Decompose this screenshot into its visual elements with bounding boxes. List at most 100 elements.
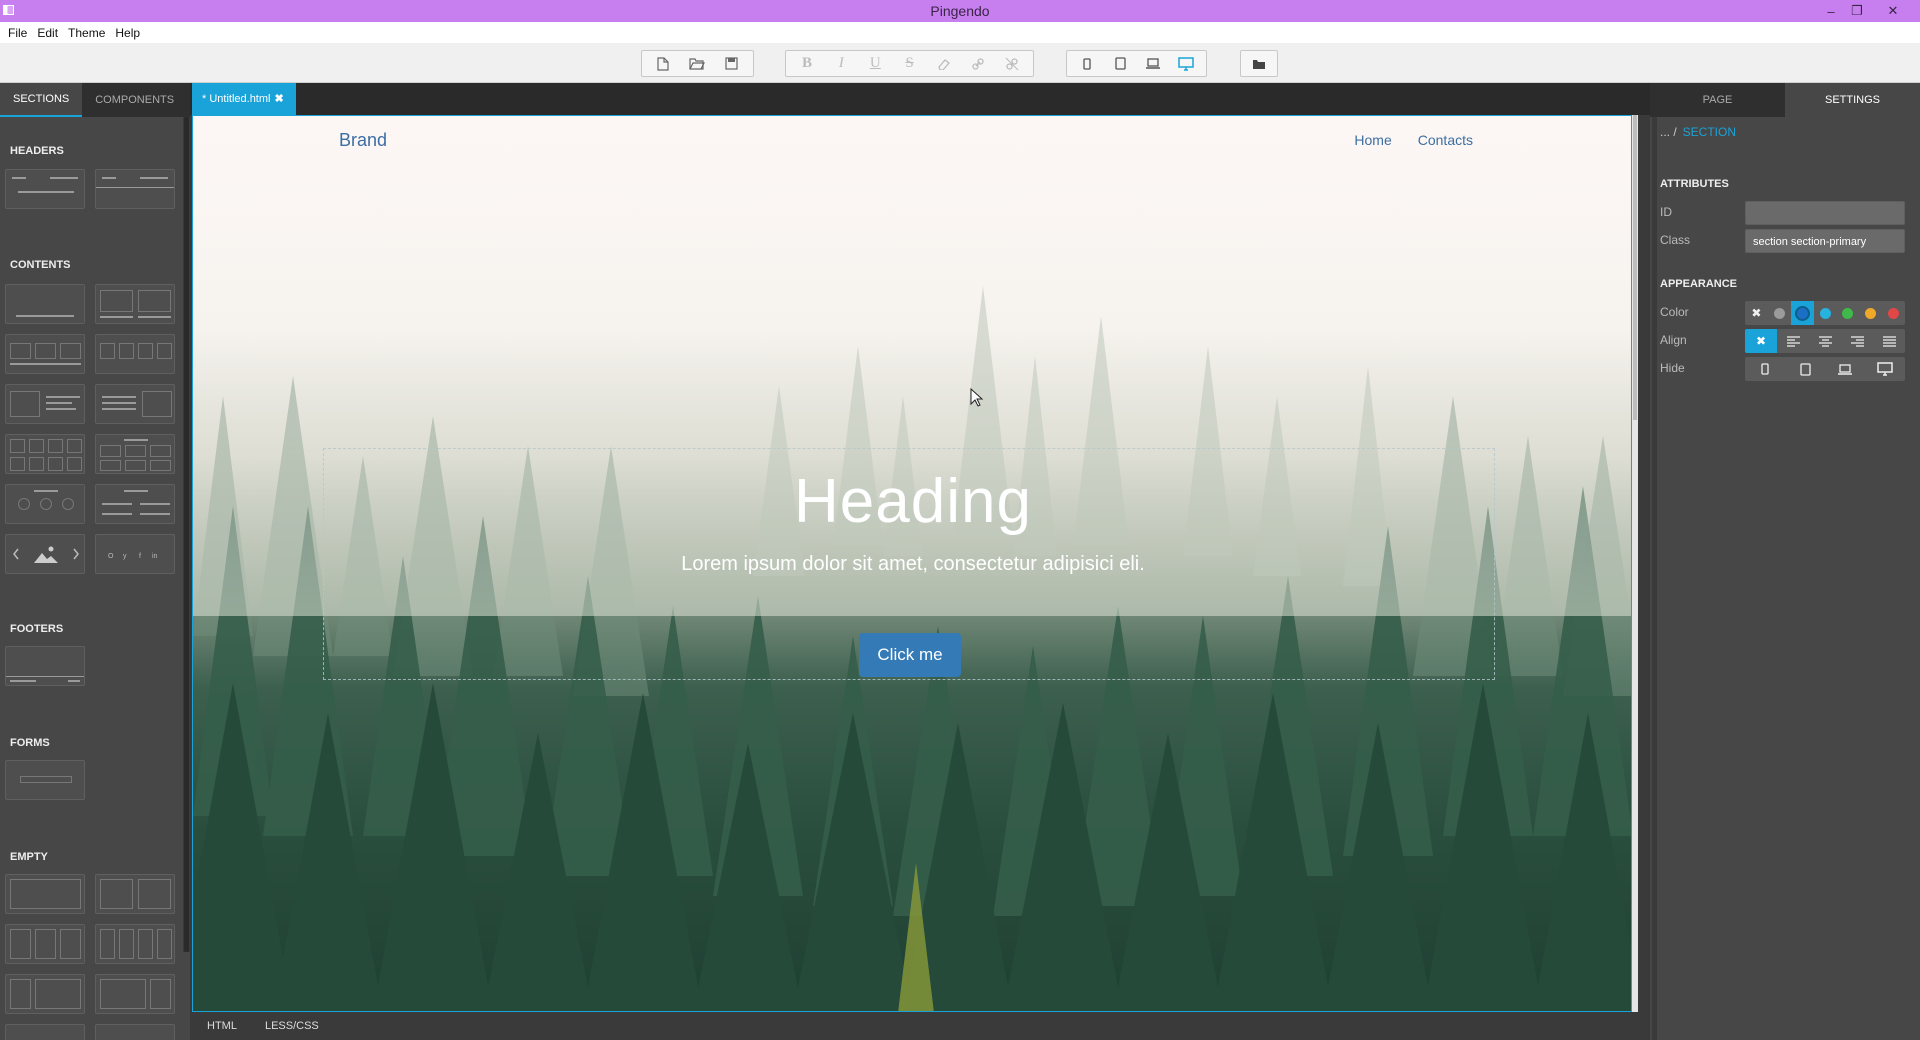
hide-laptop-icon[interactable] bbox=[1825, 357, 1865, 381]
breadcrumb-current[interactable]: SECTION bbox=[1683, 125, 1736, 139]
canvas-scrollbar[interactable] bbox=[1632, 115, 1638, 1012]
file-toolbar-group bbox=[641, 50, 754, 77]
align-right-icon[interactable] bbox=[1841, 329, 1873, 353]
menu-file[interactable]: File bbox=[3, 26, 32, 40]
hide-desktop-icon[interactable] bbox=[1865, 357, 1905, 381]
menu-help[interactable]: Help bbox=[110, 26, 145, 40]
color-swatch-primary[interactable] bbox=[1790, 301, 1814, 325]
menu-edit[interactable]: Edit bbox=[32, 26, 63, 40]
restore-icon[interactable]: ❐ bbox=[1844, 0, 1870, 22]
svg-text:y: y bbox=[123, 553, 127, 560]
unlink-icon[interactable] bbox=[999, 53, 1025, 75]
save-icon[interactable] bbox=[719, 53, 745, 75]
color-swatch-danger[interactable] bbox=[1882, 301, 1905, 325]
tablet-icon[interactable] bbox=[1107, 53, 1133, 75]
empty-thumb-3[interactable] bbox=[5, 924, 85, 964]
site-brand[interactable]: Brand bbox=[339, 130, 387, 151]
empty-thumb-4[interactable] bbox=[95, 924, 175, 964]
title-bar: Pingendo – ❐ ✕ bbox=[0, 0, 1920, 22]
link-icon[interactable] bbox=[965, 53, 991, 75]
content-thumb-4[interactable] bbox=[95, 334, 175, 374]
desktop-icon[interactable] bbox=[1173, 53, 1199, 75]
hide-options bbox=[1745, 357, 1905, 381]
no-align-icon[interactable]: ✖ bbox=[1745, 329, 1777, 353]
click-me-button[interactable]: Click me bbox=[859, 633, 961, 677]
content-thumb-2[interactable] bbox=[95, 284, 175, 324]
hide-phone-icon[interactable] bbox=[1745, 357, 1785, 381]
breadcrumb-prefix[interactable]: ... / bbox=[1660, 125, 1677, 139]
open-folder-icon[interactable] bbox=[684, 53, 710, 75]
right-panel-tabs: PAGE SETTINGS bbox=[1650, 83, 1920, 117]
content-thumb-1[interactable] bbox=[5, 284, 85, 324]
section-thumbnails: HEADERS CONTENTS Oy f in FOOTERS FORMS EMP… bbox=[0, 117, 183, 1040]
device-toolbar-group bbox=[1066, 50, 1207, 77]
align-justify-icon[interactable] bbox=[1873, 329, 1905, 353]
right-panel-scrollbar[interactable] bbox=[1652, 117, 1657, 1040]
minimize-icon[interactable]: – bbox=[1818, 0, 1844, 22]
header-thumb-2[interactable] bbox=[95, 169, 175, 209]
phone-icon[interactable] bbox=[1074, 53, 1100, 75]
svg-text:f: f bbox=[139, 553, 141, 560]
tab-less-css[interactable]: LESS/CSS bbox=[265, 1012, 319, 1040]
empty-thumb-2[interactable] bbox=[95, 874, 175, 914]
eraser-icon[interactable] bbox=[931, 53, 957, 75]
category-forms-label: FORMS bbox=[10, 737, 50, 749]
color-swatch-gray[interactable] bbox=[1768, 301, 1791, 325]
category-empty-label: EMPTY bbox=[10, 851, 48, 863]
page-preview-canvas[interactable]: Brand Home Contacts Heading Lorem ipsum … bbox=[192, 115, 1632, 1012]
empty-thumb-5[interactable] bbox=[5, 974, 85, 1014]
tab-html[interactable]: HTML bbox=[207, 1012, 237, 1040]
close-icon[interactable]: ✕ bbox=[1880, 0, 1906, 22]
tab-sections[interactable]: SECTIONS bbox=[0, 83, 83, 117]
color-swatch-warning[interactable] bbox=[1859, 301, 1882, 325]
attributes-header: ATTRIBUTES bbox=[1660, 178, 1729, 190]
color-swatch-info[interactable] bbox=[1814, 301, 1837, 325]
menu-theme[interactable]: Theme bbox=[63, 26, 110, 40]
hero-subheading[interactable]: Lorem ipsum dolor sit amet, consectetur … bbox=[193, 553, 1631, 576]
align-center-icon[interactable] bbox=[1809, 329, 1841, 353]
close-tab-icon[interactable]: ✖ bbox=[274, 93, 283, 105]
class-field[interactable]: section section-primary bbox=[1745, 229, 1905, 253]
tab-settings[interactable]: SETTINGS bbox=[1785, 83, 1920, 117]
empty-thumb-7[interactable] bbox=[5, 1024, 85, 1040]
content-thumb-5[interactable] bbox=[5, 384, 85, 424]
tab-components[interactable]: COMPONENTS bbox=[82, 83, 187, 117]
id-field[interactable] bbox=[1745, 201, 1905, 225]
underline-icon[interactable]: U bbox=[862, 53, 888, 75]
empty-thumb-1[interactable] bbox=[5, 874, 85, 914]
bold-icon[interactable]: B bbox=[794, 53, 820, 75]
empty-thumb-8[interactable] bbox=[95, 1024, 175, 1040]
tab-page[interactable]: PAGE bbox=[1650, 83, 1785, 117]
hide-label: Hide bbox=[1660, 361, 1685, 375]
form-thumb-1[interactable] bbox=[5, 760, 85, 800]
content-thumb-6[interactable] bbox=[95, 384, 175, 424]
content-thumb-8[interactable] bbox=[95, 434, 175, 474]
laptop-icon[interactable] bbox=[1140, 53, 1166, 75]
sections-panel: SECTIONS COMPONENTS HEADERS CONTENTS Oy f… bbox=[0, 83, 190, 1040]
footer-thumb-1[interactable] bbox=[5, 646, 85, 686]
editor-tab-bar: * Untitled.html ✖ bbox=[190, 83, 1650, 115]
hero-heading[interactable]: Heading bbox=[193, 466, 1631, 537]
hide-tablet-icon[interactable] bbox=[1785, 357, 1825, 381]
nav-home-link[interactable]: Home bbox=[1354, 132, 1391, 148]
empty-thumb-6[interactable] bbox=[95, 974, 175, 1014]
content-thumb-10[interactable] bbox=[95, 484, 175, 524]
align-left-icon[interactable] bbox=[1777, 329, 1809, 353]
nav-contacts-link[interactable]: Contacts bbox=[1418, 132, 1473, 148]
category-headers-label: HEADERS bbox=[10, 145, 64, 157]
italic-icon[interactable]: I bbox=[828, 53, 854, 75]
content-thumb-carousel[interactable] bbox=[5, 534, 85, 574]
file-tab-untitled[interactable]: * Untitled.html ✖ bbox=[192, 83, 296, 115]
left-panel-scrollbar[interactable] bbox=[183, 117, 190, 952]
content-thumb-7[interactable] bbox=[5, 434, 85, 474]
content-thumb-social[interactable]: Oy f in bbox=[95, 534, 175, 574]
menu-bar: File Edit Theme Help bbox=[0, 22, 1920, 43]
header-thumb-1[interactable] bbox=[5, 169, 85, 209]
folder-icon[interactable] bbox=[1246, 53, 1272, 75]
strikethrough-icon[interactable]: S bbox=[896, 53, 922, 75]
color-swatch-success[interactable] bbox=[1836, 301, 1859, 325]
no-color-icon[interactable]: ✖ bbox=[1745, 301, 1768, 325]
new-file-icon[interactable] bbox=[650, 53, 676, 75]
content-thumb-9[interactable] bbox=[5, 484, 85, 524]
content-thumb-3[interactable] bbox=[5, 334, 85, 374]
